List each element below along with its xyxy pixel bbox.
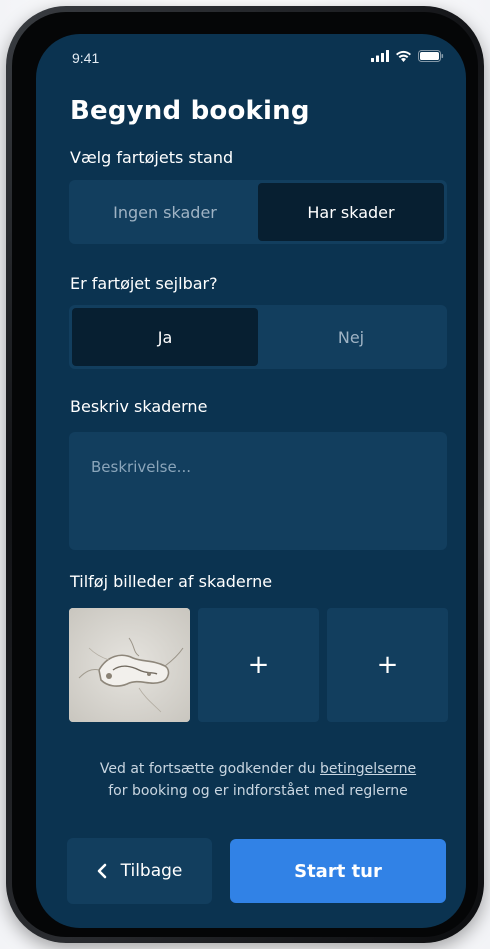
- condition-option-has-damage[interactable]: Har skader: [258, 183, 444, 241]
- back-button[interactable]: Tilbage: [67, 838, 212, 904]
- chevron-left-icon: [97, 863, 106, 879]
- signal-icon: [371, 50, 389, 62]
- add-photo-button[interactable]: +: [198, 608, 319, 722]
- plus-icon: +: [376, 650, 399, 680]
- seaworthy-label: Er fartøjet sejlbar?: [70, 274, 218, 293]
- seaworthy-option-no[interactable]: Nej: [258, 308, 444, 366]
- terms-suffix: for booking og er indforstået med regler…: [108, 783, 408, 799]
- damage-photo-thumbnail[interactable]: [69, 608, 190, 722]
- wifi-icon: [396, 50, 411, 62]
- condition-option-no-damage[interactable]: Ingen skader: [72, 183, 258, 241]
- app-screen: 9:41 Begynd booking Vælg fartøjets stand…: [36, 34, 466, 928]
- status-time: 9:41: [72, 50, 100, 66]
- photo-upload-grid: + +: [69, 608, 448, 722]
- status-bar: 9:41: [36, 34, 466, 84]
- plus-icon: +: [247, 650, 270, 680]
- condition-segmented-control: Ingen skader Har skader: [69, 180, 447, 244]
- start-trip-button[interactable]: Start tur: [230, 839, 446, 903]
- photos-label: Tilføj billeder af skaderne: [70, 572, 273, 591]
- add-photo-button[interactable]: +: [327, 608, 448, 722]
- back-button-label: Tilbage: [120, 861, 183, 881]
- seaworthy-segmented-control: Ja Nej: [69, 305, 447, 369]
- page-title: Begynd booking: [70, 96, 310, 126]
- condition-label: Vælg fartøjets stand: [70, 148, 234, 167]
- description-textarea[interactable]: [69, 432, 447, 550]
- terms-prefix: Ved at fortsætte godkender du: [99, 761, 321, 777]
- terms-text: Ved at fortsætte godkender du betingelse…: [66, 758, 450, 802]
- damage-photo-image: [69, 608, 190, 722]
- battery-icon: [418, 50, 444, 62]
- start-trip-button-label: Start tur: [294, 860, 382, 882]
- status-icons: [371, 50, 444, 62]
- description-label: Beskriv skaderne: [70, 397, 208, 416]
- seaworthy-option-yes[interactable]: Ja: [72, 308, 258, 366]
- terms-link[interactable]: betingelserne: [320, 761, 416, 777]
